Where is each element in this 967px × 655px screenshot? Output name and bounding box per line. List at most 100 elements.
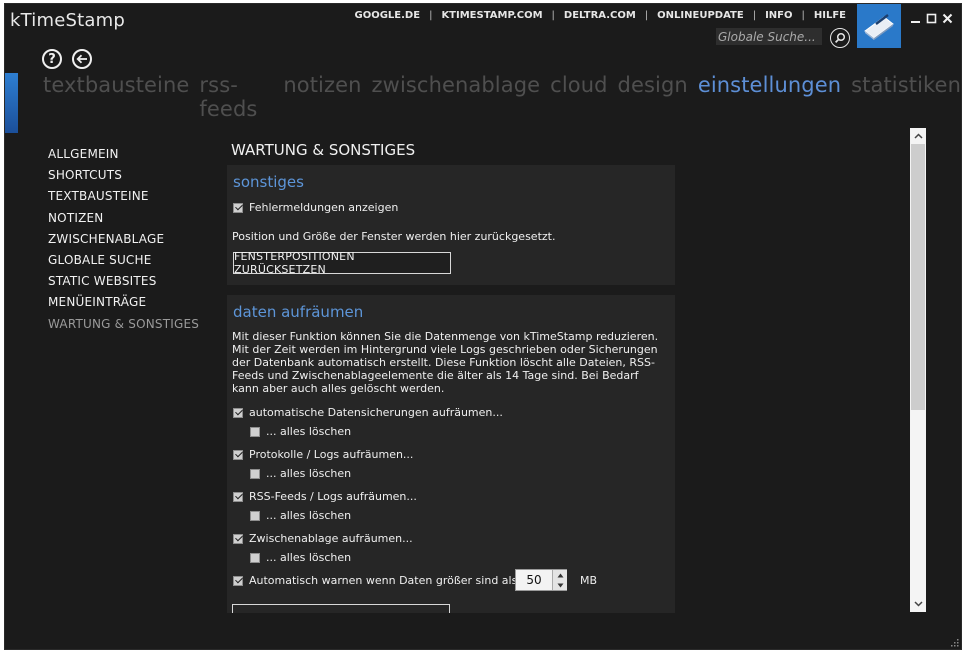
sidebar-item-wartung[interactable]: WARTUNG & SONSTIGES [48, 314, 199, 335]
stamp-logo-icon [864, 14, 894, 40]
stepper-down-button[interactable] [552, 580, 567, 590]
scroll-up-button[interactable] [910, 129, 926, 143]
cleanup-backups-checkbox[interactable] [233, 407, 243, 418]
close-button[interactable] [942, 9, 953, 24]
cleanup-option-row: Protokolle / Logs aufräumen... [233, 448, 413, 461]
link-deltra[interactable]: DELTRA.COM [561, 10, 639, 21]
search-button[interactable] [830, 28, 850, 48]
link-separator: | [551, 10, 555, 21]
reset-description: Position und Größe der Fenster werden hi… [232, 230, 556, 243]
sonstiges-title: sonstiges [233, 173, 304, 191]
settings-scrollbar[interactable] [910, 128, 926, 612]
tab-zwischenablage[interactable]: zwischenablage [372, 73, 541, 121]
link-separator: | [644, 10, 649, 21]
cleanup-suboption-row: ... alles löschen [250, 551, 351, 564]
tab-statistiken[interactable]: statistiken [851, 73, 961, 121]
chevron-down-icon [913, 601, 923, 607]
link-separator: | [429, 10, 433, 21]
link-hilfe[interactable]: HILFE [811, 10, 849, 21]
cleanup-description: Mit dieser Funktion können Sie die Daten… [232, 330, 659, 395]
help-button[interactable]: ? [42, 49, 62, 69]
chevron-down-icon [557, 583, 563, 587]
main-tabs: textbausteine rss-feeds notizen zwischen… [43, 73, 961, 121]
cleanup-option-label: Zwischenablage aufräumen... [249, 532, 413, 545]
warn-size-checkbox[interactable] [233, 575, 243, 586]
delete-all-backups-checkbox[interactable] [250, 426, 260, 437]
tab-textbausteine[interactable]: textbausteine [43, 73, 189, 121]
cleanup-logs-checkbox[interactable] [233, 449, 243, 460]
search-icon [834, 32, 846, 44]
settings-sidebar: ALLGEMEIN SHORTCUTS TEXTBAUSTEINE NOTIZE… [48, 144, 199, 335]
cleanup-suboption-row: ... alles löschen [250, 425, 351, 438]
tab-einstellungen[interactable]: einstellungen [698, 73, 841, 121]
scroll-down-button[interactable] [910, 597, 926, 611]
close-icon [942, 13, 953, 24]
warn-size-label: Automatisch warnen wenn Daten größer sin… [249, 574, 522, 587]
link-ktimestamp[interactable]: KTIMESTAMP.COM [438, 10, 545, 21]
sidebar-item-textbausteine[interactable]: TEXTBAUSTEINE [48, 186, 199, 207]
show-errors-row: Fehlermeldungen anzeigen [233, 201, 398, 214]
cleanup-option-label: Protokolle / Logs aufräumen... [249, 448, 414, 461]
warn-size-unit: MB [580, 574, 598, 587]
cleanup-option-row: automatische Datensicherungen aufräumen.… [233, 406, 503, 419]
cleanup-rss-checkbox[interactable] [233, 491, 243, 502]
warn-size-row: Automatisch warnen wenn Daten größer sin… [233, 574, 521, 587]
delete-all-clipboard-checkbox[interactable] [250, 552, 260, 563]
cleanup-suboption-label: ... alles löschen [266, 467, 352, 480]
sidebar-item-globale-suche[interactable]: GLOBALE SUCHE [48, 250, 199, 271]
cleanup-suboption-row: ... alles löschen [250, 467, 351, 480]
resize-grip-icon[interactable] [950, 638, 959, 647]
delete-all-logs-checkbox[interactable] [250, 468, 260, 479]
sidebar-item-menueintraege[interactable]: MENÜEINTRÄGE [48, 292, 199, 313]
cleanup-title: daten aufräumen [233, 303, 364, 321]
warn-size-stepper [515, 569, 567, 591]
link-onlineupdate[interactable]: ONLINEUPDATE [654, 10, 747, 21]
link-info[interactable]: INFO [762, 10, 795, 21]
scrollbar-thumb[interactable] [911, 144, 925, 410]
maximize-button[interactable] [926, 9, 937, 24]
window-controls [910, 9, 953, 24]
app-title: kTimeStamp [10, 10, 125, 31]
reset-window-positions-button[interactable]: FENSTERPOSITIONEN ZURÜCKSETZEN [233, 250, 451, 276]
minimize-button[interactable] [910, 9, 921, 23]
delete-all-rss-checkbox[interactable] [250, 510, 260, 521]
link-separator: | [801, 10, 805, 21]
back-arrow-icon [76, 54, 87, 64]
sidebar-item-notizen[interactable]: NOTIZEN [48, 208, 199, 229]
minimize-icon [911, 21, 920, 23]
cleanup-suboption-label: ... alles löschen [266, 551, 352, 564]
app-window: kTimeStamp GOOGLE.DE | KTIMESTAMP.COM | … [4, 3, 962, 650]
warn-size-input[interactable] [516, 570, 552, 590]
tab-cloud[interactable]: cloud [550, 73, 607, 121]
show-errors-checkbox[interactable] [233, 202, 243, 213]
cleanup-suboption-label: ... alles löschen [266, 425, 352, 438]
sidebar-item-shortcuts[interactable]: SHORTCUTS [48, 165, 199, 186]
top-links: GOOGLE.DE | KTIMESTAMP.COM | DELTRA.COM … [352, 10, 850, 21]
cleanup-option-label: automatische Datensicherungen aufräumen.… [249, 406, 503, 419]
tab-design[interactable]: design [618, 73, 688, 121]
sidebar-item-static-websites[interactable]: STATIC WEBSITES [48, 271, 199, 292]
chevron-up-icon [557, 573, 563, 577]
tab-rss-feeds[interactable]: rss-feeds [199, 73, 273, 121]
global-search-input[interactable] [716, 28, 822, 45]
help-icon: ? [48, 51, 56, 67]
app-logo [857, 4, 901, 48]
sidebar-item-allgemein[interactable]: ALLGEMEIN [48, 144, 199, 165]
accent-bar [5, 73, 18, 133]
cleanup-suboption-row: ... alles löschen [250, 509, 351, 522]
cleanup-option-row: RSS-Feeds / Logs aufräumen... [233, 490, 417, 503]
link-google[interactable]: GOOGLE.DE [352, 10, 424, 21]
link-separator: | [752, 10, 757, 21]
cleanup-option-row: Zwischenablage aufräumen... [233, 532, 413, 545]
tab-notizen[interactable]: notizen [283, 73, 361, 121]
cleanup-suboption-label: ... alles löschen [266, 509, 352, 522]
maximize-icon [926, 13, 937, 24]
cleanup-execute-button[interactable] [232, 604, 450, 613]
chevron-up-icon [913, 133, 923, 139]
cleanup-option-label: RSS-Feeds / Logs aufräumen... [249, 490, 417, 503]
cleanup-clipboard-checkbox[interactable] [233, 533, 243, 544]
section-title: WARTUNG & SONSTIGES [231, 141, 416, 159]
show-errors-label: Fehlermeldungen anzeigen [249, 201, 399, 214]
sidebar-item-zwischenablage[interactable]: ZWISCHENABLAGE [48, 229, 199, 250]
back-button[interactable] [72, 49, 92, 69]
